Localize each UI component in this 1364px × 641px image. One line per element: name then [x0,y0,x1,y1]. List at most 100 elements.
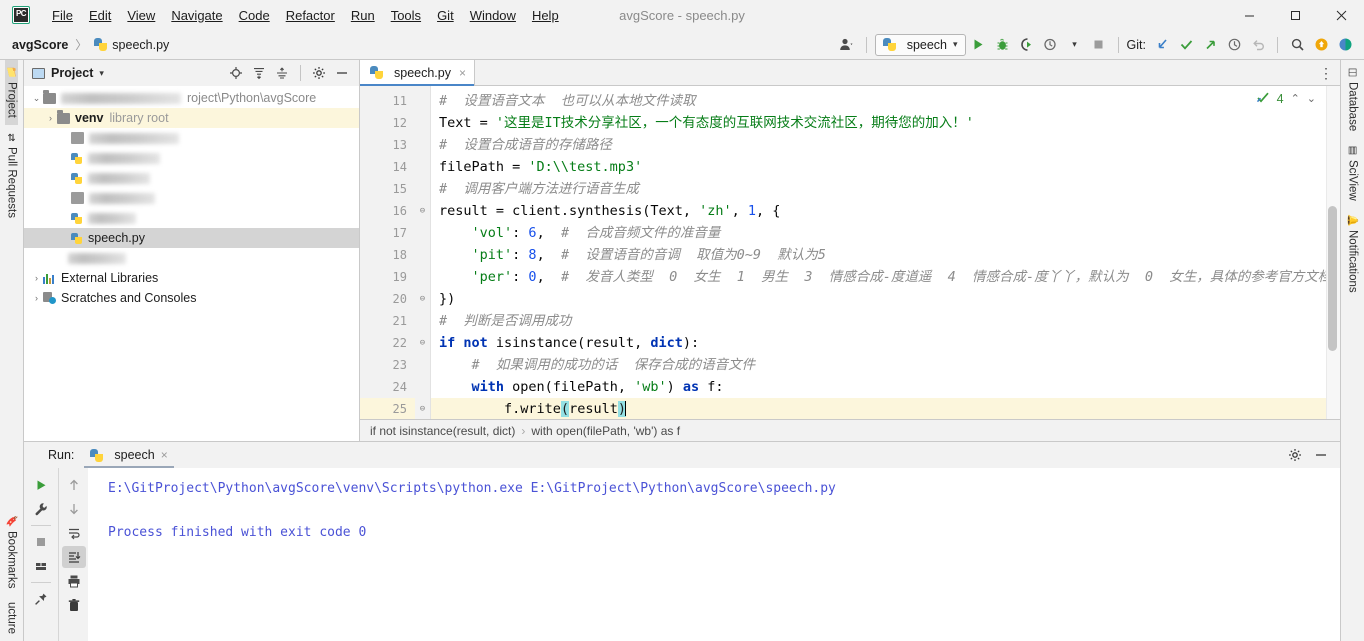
breadcrumb-if-statement[interactable]: if not isinstance(result, dict) [370,424,515,438]
sidebar-item-pull-requests[interactable]: ⇄ Pull Requests [6,125,18,225]
project-panel-caret-icon[interactable]: ▾ [99,68,104,79]
sidebar-item-project[interactable]: 📁 Project [5,60,18,125]
search-everywhere-icon[interactable] [1286,34,1308,56]
run-tab-speech[interactable]: speech × [84,442,175,468]
menu-window[interactable]: Window [462,4,524,27]
pin-icon[interactable] [29,588,53,610]
tree-row-redacted-4[interactable] [24,188,359,208]
code-line-24[interactable]: with open(filePath, 'wb') as f: [431,376,1340,398]
run-console-output[interactable]: E:\GitProject\Python\avgScore\venv\Scrip… [88,468,1340,641]
up-arrow-icon[interactable] [62,474,86,496]
sidebar-item-structure[interactable]: ucture [5,595,17,641]
chevron-down-icon[interactable]: ⌄ [30,93,43,104]
stop-icon[interactable] [29,531,53,553]
hide-panel-icon[interactable] [1310,444,1332,466]
locate-file-icon[interactable] [225,62,247,84]
scroll-to-end-icon[interactable] [61,546,86,568]
maximize-button[interactable] [1272,0,1318,30]
run-icon[interactable] [968,34,990,56]
chevron-right-icon[interactable]: › [30,273,43,283]
layout-icon[interactable] [29,555,53,577]
chevron-right-icon[interactable]: › [30,293,43,303]
trash-icon[interactable] [62,594,86,616]
code-editor[interactable]: 11 12 13 14 15 16 17 18 19 20 21 22 23 2… [360,86,1340,419]
code-line-18[interactable]: 'pit': 8, # 设置语音的音调 取值为0~9 默认为5 [431,244,1340,266]
menu-edit[interactable]: Edit [81,4,119,27]
menu-git[interactable]: Git [429,4,462,27]
menu-tools[interactable]: Tools [383,4,429,27]
sidebar-item-bookmarks[interactable]: 🔖 Bookmarks [5,509,18,596]
collapse-all-icon[interactable] [271,62,293,84]
code-line-20[interactable]: }) [431,288,1340,310]
code-folding-gutter[interactable]: ⊖ ⊖ ⊖ ⊖ [415,86,431,419]
tree-row-scratches[interactable]: › Scratches and Consoles [24,288,359,308]
menu-help[interactable]: Help [524,4,567,27]
close-button[interactable] [1318,0,1364,30]
project-tree[interactable]: ⌄ roject\Python\avgScore › venv library … [24,86,359,441]
fold-marker-25[interactable]: ⊖ [415,398,430,419]
tree-row-redacted-6[interactable] [24,248,359,268]
hide-panel-icon[interactable] [331,62,353,84]
menu-file[interactable]: File [44,4,81,27]
code-line-22[interactable]: if not isinstance(result, dict): [431,332,1340,354]
chevron-up-icon[interactable]: ⌃ [1291,92,1300,105]
ide-assistant-icon[interactable] [1334,34,1356,56]
fold-marker-22[interactable]: ⊖ [415,332,430,354]
rerun-icon[interactable] [29,474,53,496]
menu-code[interactable]: Code [231,4,278,27]
tree-row-venv[interactable]: › venv library root [24,108,359,128]
tab-speech-py[interactable]: speech.py × [360,60,475,86]
code-line-19[interactable]: 'per': 0, # 发音人类型 0 女生 1 男生 3 情感合成-度道遥 4… [431,266,1340,288]
expand-all-icon[interactable] [248,62,270,84]
profile-dropdown-icon[interactable]: ▾ [1064,34,1086,56]
run-coverage-icon[interactable] [1016,34,1038,56]
tree-row-redacted-3[interactable] [24,168,359,188]
code-line-25[interactable]: f.write(result) [431,398,1340,419]
gear-icon[interactable] [308,62,330,84]
tree-row-redacted-5[interactable] [24,208,359,228]
tree-row-external-libraries[interactable]: › External Libraries [24,268,359,288]
code-line-16[interactable]: result = client.synthesis(Text, 'zh', 1,… [431,200,1340,222]
stop-icon[interactable] [1088,34,1110,56]
menu-view[interactable]: View [119,4,163,27]
breadcrumb-with-statement[interactable]: with open(filePath, 'wb') as f [531,424,680,438]
profile-icon[interactable] [1040,34,1062,56]
tree-row-root[interactable]: ⌄ roject\Python\avgScore [24,88,359,108]
code-line-13[interactable]: # 设置合成语音的存储路径 [431,134,1340,156]
soft-wrap-icon[interactable] [62,522,86,544]
chevron-down-icon[interactable]: ⌄ [1307,92,1316,105]
gear-icon[interactable] [1284,444,1306,466]
code-line-17[interactable]: 'vol': 6, # 合成音频文件的准音量 [431,222,1340,244]
sidebar-item-notifications[interactable]: 🔔 Notifications [1346,208,1359,300]
tree-row-redacted-2[interactable] [24,148,359,168]
update-project-icon[interactable] [1151,34,1173,56]
code-line-14[interactable]: filePath = 'D:\\test.mp3' [431,156,1340,178]
run-configuration-selector[interactable]: speech ▾ [874,33,966,56]
menu-navigate[interactable]: Navigate [163,4,230,27]
close-icon[interactable]: × [161,448,168,462]
code-line-15[interactable]: # 调用客户端方法进行语音生成 [431,178,1340,200]
breadcrumb-project[interactable]: avgScore [12,38,68,52]
fold-marker-20[interactable]: ⊖ [415,288,430,310]
print-icon[interactable] [62,570,86,592]
code-content[interactable]: # 设置语音文本 也可以从本地文件读取 Text = '这里是IT技术分享社区，一… [431,86,1340,419]
commit-icon[interactable] [1175,34,1197,56]
tree-row-redacted-1[interactable] [24,128,359,148]
chevron-right-icon[interactable]: › [44,113,57,123]
history-icon[interactable] [1223,34,1245,56]
tree-row-speech-py[interactable]: speech.py [24,228,359,248]
debug-icon[interactable] [992,34,1014,56]
code-line-12[interactable]: Text = '这里是IT技术分享社区，一个有态度的互联网技术交流社区，期待您的… [431,112,1340,134]
minimize-button[interactable] [1226,0,1272,30]
menu-run[interactable]: Run [343,4,383,27]
editor-scrollbar-thumb[interactable] [1328,206,1337,351]
close-icon[interactable]: × [459,66,466,80]
notification-icon[interactable] [1310,34,1332,56]
sidebar-item-database[interactable]: ◫ Database [1347,60,1359,138]
inspection-widget[interactable]: 4 ⌃ ⌄ [1256,90,1316,107]
rollback-icon[interactable] [1247,34,1269,56]
code-line-21[interactable]: # 判断是否调用成功 [431,310,1340,332]
fold-marker-16[interactable]: ⊖ [415,200,430,222]
push-icon[interactable] [1199,34,1221,56]
sidebar-item-sciview[interactable]: ▤ SciView [1347,138,1359,208]
